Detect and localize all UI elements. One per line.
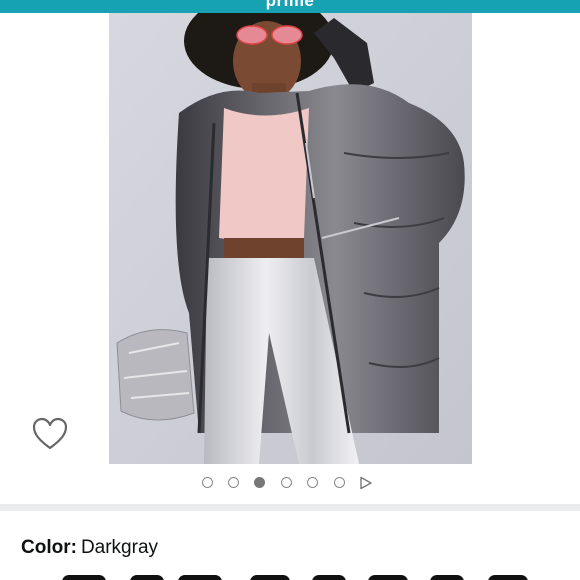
play-triangle-icon xyxy=(360,476,372,490)
carousel-video-button[interactable] xyxy=(359,476,373,490)
carousel-dot[interactable] xyxy=(307,477,318,488)
color-swatch-row-partial xyxy=(0,572,580,580)
wishlist-button[interactable] xyxy=(31,416,69,452)
carousel-dot[interactable] xyxy=(228,477,239,488)
carousel-dot[interactable] xyxy=(202,477,213,488)
carousel-dot-active[interactable] xyxy=(254,477,265,488)
color-swatch[interactable] xyxy=(250,575,290,580)
carousel-dot[interactable] xyxy=(334,477,345,488)
color-variant-row: Color: Darkgray xyxy=(21,537,158,559)
color-swatch[interactable] xyxy=(62,575,106,580)
color-label: Color: xyxy=(21,537,77,558)
color-value: Darkgray xyxy=(80,537,159,558)
prime-banner-text: prime xyxy=(265,0,315,10)
image-carousel-indicator xyxy=(196,474,386,492)
carousel-dot[interactable] xyxy=(281,477,292,488)
color-swatch[interactable] xyxy=(178,575,222,580)
product-photo xyxy=(109,13,472,464)
color-swatch[interactable] xyxy=(430,575,464,580)
color-swatch[interactable] xyxy=(130,575,164,580)
heart-outline-icon xyxy=(32,417,68,450)
color-swatch[interactable] xyxy=(488,575,528,580)
product-image[interactable] xyxy=(109,13,472,464)
section-divider xyxy=(0,504,580,511)
color-swatch[interactable] xyxy=(368,575,408,580)
prime-banner: prime xyxy=(0,0,580,13)
color-swatch[interactable] xyxy=(312,575,346,580)
